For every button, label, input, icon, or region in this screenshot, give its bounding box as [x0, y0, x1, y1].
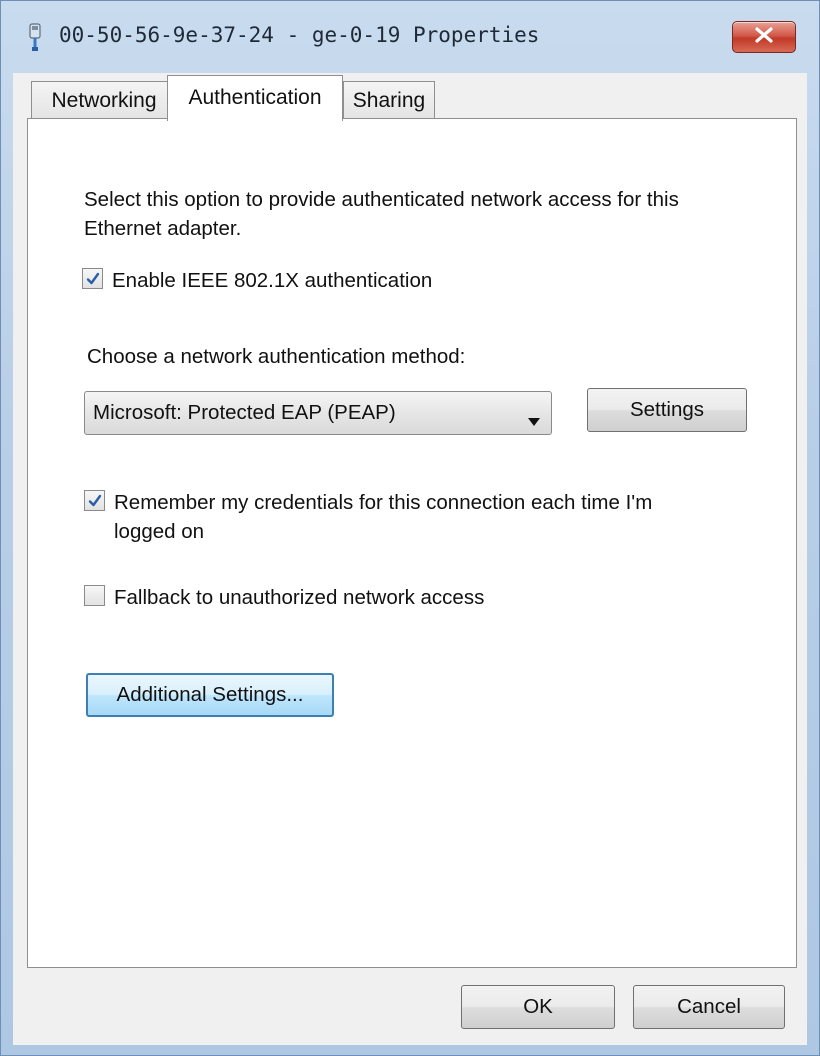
authentication-panel: Select this option to provide authentica… — [27, 118, 797, 968]
remember-credentials-label: Remember my credentials for this connect… — [114, 491, 653, 543]
checkmark-icon — [86, 272, 99, 284]
authentication-method-value: Microsoft: Protected EAP (PEAP) — [93, 401, 396, 424]
close-icon — [753, 26, 775, 49]
cancel-button[interactable]: Cancel — [633, 985, 785, 1029]
remember-credentials-checkbox[interactable] — [84, 490, 105, 511]
additional-settings-button[interactable]: Additional Settings... — [86, 673, 334, 717]
tab-authentication[interactable]: Authentication — [167, 75, 343, 121]
network-adapter-icon — [27, 23, 43, 53]
remember-credentials-row[interactable]: Remember my credentials for this connect… — [84, 488, 684, 546]
method-label: Choose a network authentication method: — [87, 345, 466, 368]
enable-8021x-label: Enable IEEE 802.1X authentication — [112, 269, 433, 292]
dialog-client-area: Networking Authentication Sharing Select… — [13, 73, 807, 1045]
tab-strip: Networking Authentication Sharing — [13, 73, 807, 121]
tab-sharing[interactable]: Sharing — [343, 81, 435, 119]
checkmark-icon — [88, 494, 101, 506]
fallback-checkbox[interactable] — [84, 585, 105, 606]
enable-8021x-row[interactable]: Enable IEEE 802.1X authentication — [82, 266, 432, 295]
ok-button[interactable]: OK — [461, 985, 615, 1029]
settings-button[interactable]: Settings — [587, 388, 747, 432]
fallback-label: Fallback to unauthorized network access — [114, 586, 485, 609]
authentication-method-select[interactable]: Microsoft: Protected EAP (PEAP) — [84, 391, 552, 435]
properties-window: 00-50-56-9e-37-24 - ge-0-19 Properties N… — [0, 0, 820, 1056]
title-bar[interactable]: 00-50-56-9e-37-24 - ge-0-19 Properties — [1, 1, 820, 71]
authentication-description: Select this option to provide authentica… — [84, 188, 679, 240]
window-title: 00-50-56-9e-37-24 - ge-0-19 Properties — [59, 23, 540, 47]
enable-8021x-checkbox[interactable] — [82, 268, 103, 289]
dropdown-arrow-icon — [527, 409, 541, 426]
close-button[interactable] — [732, 21, 796, 53]
fallback-row[interactable]: Fallback to unauthorized network access — [84, 583, 484, 612]
tab-networking[interactable]: Networking — [31, 81, 177, 119]
